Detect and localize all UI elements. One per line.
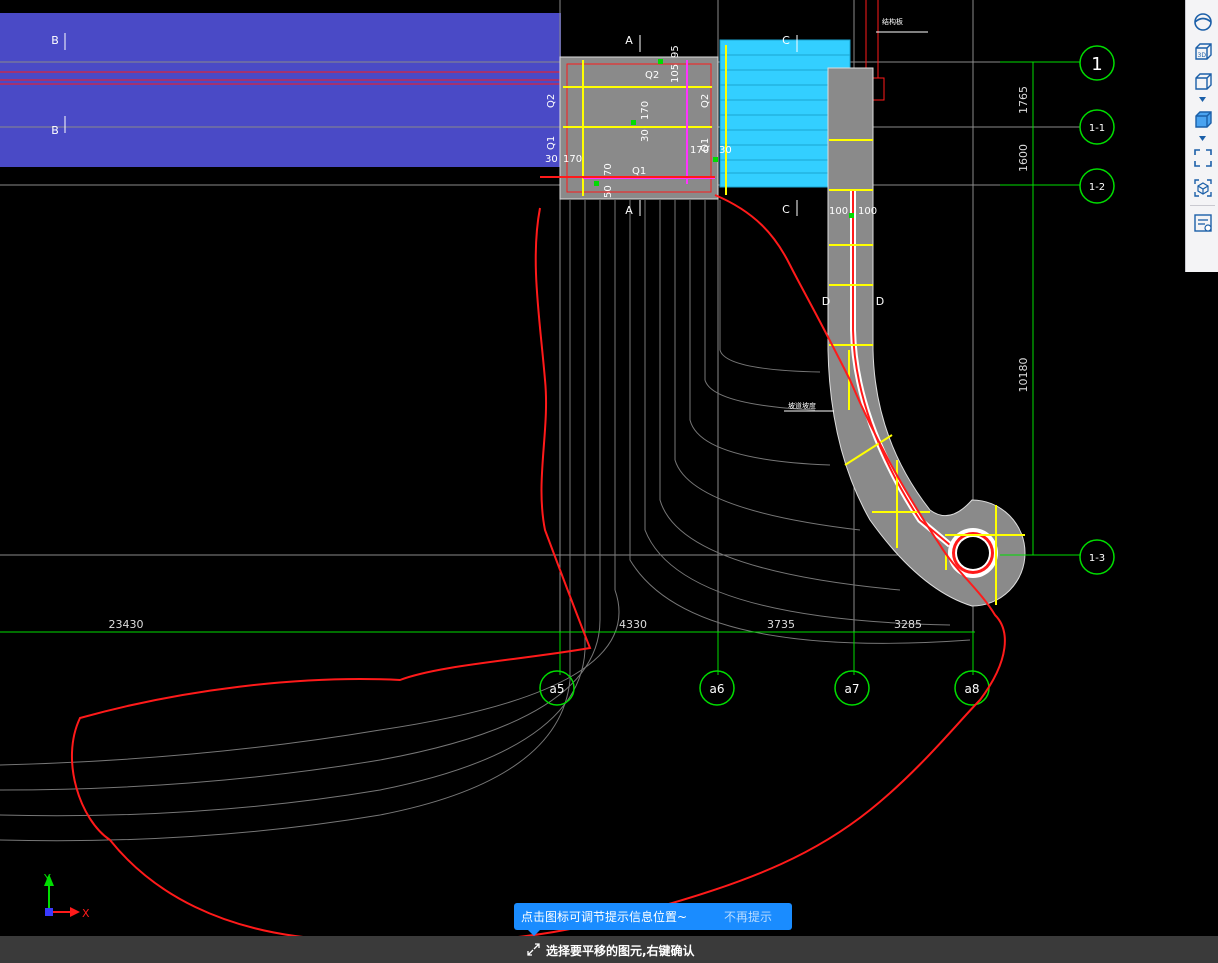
dim-30-right: 30 (719, 145, 732, 156)
dim-3285: 3285 (894, 618, 922, 631)
dim-100-left: 100 (829, 206, 848, 217)
dim-100-right: 100 (858, 206, 877, 217)
wall-q2-right: Q2 (700, 94, 711, 108)
section-c-top: C (782, 34, 790, 47)
view-toolbar: 3D (1185, 0, 1218, 272)
section-b-top: B (51, 34, 59, 47)
zoom-extents-icon[interactable] (1190, 146, 1215, 170)
axis-label-1-1: 1-1 (1089, 123, 1105, 134)
axis-label-a5: a5 (550, 682, 565, 696)
axis-x-label: X (82, 907, 90, 920)
chevron-down-icon[interactable] (1199, 136, 1206, 141)
note-mid: 坡道坡度 (788, 401, 816, 410)
dim-4330: 4330 (619, 618, 647, 631)
wall-q2-left: Q2 (546, 94, 557, 108)
dim-170-vertical: 170 (640, 101, 651, 120)
axis-label-a7: a7 (845, 682, 860, 696)
dim-30-left: 30 (545, 154, 558, 165)
axis-label-a8: a8 (965, 682, 980, 696)
axis-label-1: 1 (1091, 54, 1102, 75)
properties-panel-icon[interactable] (1190, 211, 1215, 235)
section-a-bottom: A (625, 204, 633, 217)
hint-tooltip-text: 点击图标可调节提示信息位置~ (521, 910, 688, 924)
command-prompt-text: 选择要平移的图元,右键确认 (546, 944, 695, 958)
dim-70: 70 (603, 163, 614, 176)
chevron-down-icon[interactable] (1199, 97, 1206, 102)
wall-q1-bottom: Q1 (632, 166, 646, 177)
cad-drawing-canvas[interactable]: 1 1-1 1-2 1-3 a5 a6 a7 a8 23430 4330 373… (0, 0, 1218, 963)
dim-50: 50 (603, 185, 614, 198)
dont-show-again-link[interactable]: 不再提示 (724, 908, 792, 925)
section-b-bottom: B (51, 124, 59, 137)
dim-3735: 3735 (767, 618, 795, 631)
dim-95: 95 (670, 45, 681, 58)
ucs-axis-indicator: Y X (43, 872, 90, 920)
orbit-icon[interactable] (1190, 10, 1215, 34)
move-cursor-icon (527, 943, 540, 956)
solid-box-icon[interactable] (1190, 108, 1215, 132)
dim-105: 105 (670, 64, 681, 83)
wall-q2-top: Q2 (645, 70, 659, 81)
dim-10180: 10180 (1017, 358, 1030, 393)
wall-q1-left: Q1 (546, 136, 557, 150)
section-c-bottom: C (782, 203, 790, 216)
dim-170-right: 170 (690, 145, 709, 156)
view-3d-label: 3D (1197, 52, 1206, 59)
view-3d-icon[interactable]: 3D (1190, 40, 1215, 64)
command-status-bar: 选择要平移的图元,右键确认 (0, 936, 1218, 963)
hint-tooltip[interactable]: 点击图标可调节提示信息位置~ 不再提示 (514, 903, 792, 936)
section-a-top: A (625, 34, 633, 47)
axis-label-1-2: 1-2 (1089, 182, 1105, 193)
section-d-left: D (822, 295, 830, 308)
cube-select-icon[interactable] (1190, 176, 1215, 200)
dim-23430: 23430 (109, 618, 144, 631)
axis-label-1-3: 1-3 (1089, 553, 1105, 564)
dim-30-vertical: 30 (640, 129, 651, 142)
axis-label-a6: a6 (710, 682, 725, 696)
box-view-icon[interactable] (1190, 70, 1215, 94)
note-top: 结构板 (882, 17, 903, 26)
dim-1765: 1765 (1017, 86, 1030, 114)
section-d-right: D (876, 295, 884, 308)
blue-slab[interactable] (0, 13, 561, 167)
dim-170-left: 170 (563, 154, 582, 165)
dim-1600: 1600 (1017, 144, 1030, 172)
axis-y-label: Y (43, 872, 51, 885)
